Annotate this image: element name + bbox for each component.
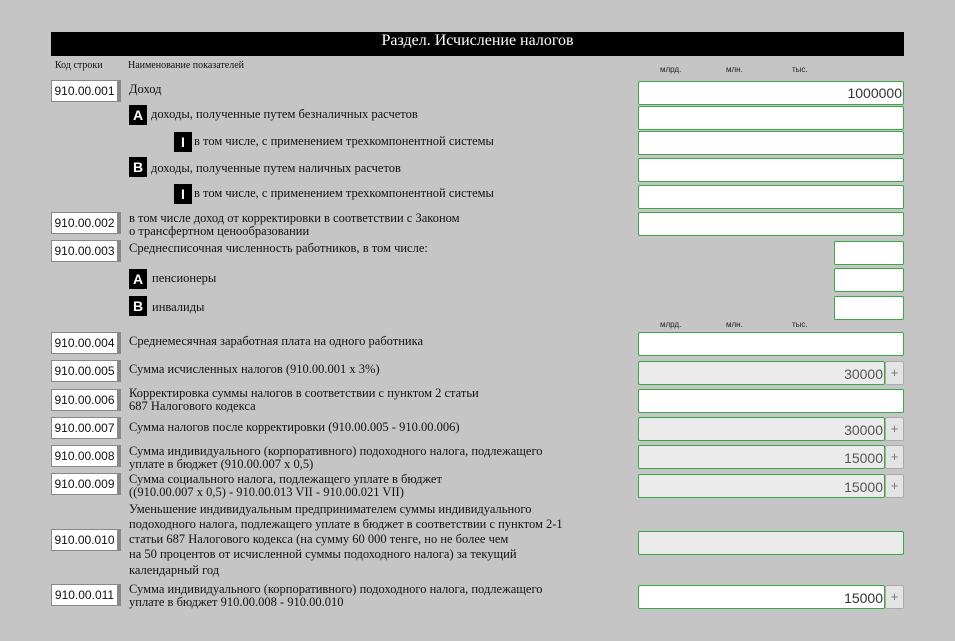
unit-bln: млрд. <box>660 320 682 329</box>
row-code: 910.00.002 <box>51 212 121 234</box>
row-label-line: статьи 687 Налогового кодекса (на сумму … <box>129 532 509 546</box>
amount-input[interactable] <box>638 389 904 413</box>
row-label: в том числе, с применением трехкомпонент… <box>194 134 494 148</box>
row-label-line: уплате в бюджет (910.00.007 x 0,5) <box>129 457 314 471</box>
row-code: 910.00.004 <box>51 332 121 354</box>
row-label-line: подоходного налога, подлежащего уплате в… <box>129 517 563 531</box>
amount-input-disabled <box>638 531 904 555</box>
row-badge: B <box>129 157 147 177</box>
row-label: доходы, полученные путем безналичных рас… <box>151 107 418 121</box>
row-label: Среднесписочная численность работников, … <box>129 241 428 255</box>
row-code: 910.00.011 <box>51 584 121 606</box>
amount-input[interactable]: 1000000 <box>638 81 904 105</box>
row-label-line: 687 Налогового кодекса <box>129 399 256 413</box>
row-badge: I <box>174 184 192 204</box>
row-label-line: ((910.00.007 x 0,5) - 910.00.013 VII - 9… <box>129 485 404 499</box>
amount-input[interactable] <box>638 212 904 236</box>
unit-ths: тыс. <box>792 65 808 74</box>
row-label: Доход <box>129 82 162 96</box>
calculated-amount: 30000 <box>638 361 885 385</box>
row-label-line: уплате в бюджет 910.00.008 - 910.00.010 <box>129 595 344 609</box>
amount-input[interactable] <box>638 131 904 155</box>
row-code: 910.00.005 <box>51 360 121 382</box>
amount-input[interactable] <box>638 158 904 182</box>
row-badge: I <box>174 132 192 152</box>
row-label-line: о трансфертном ценообразовании <box>129 224 310 238</box>
row-label-line: Уменьшение индивидуальным предпринимател… <box>129 502 532 516</box>
column-header-code: Код строки <box>55 60 103 71</box>
count-input[interactable] <box>834 241 904 265</box>
row-label: доходы, полученные путем наличных расчет… <box>151 161 401 175</box>
row-code: 910.00.010 <box>51 529 121 551</box>
amount-input[interactable] <box>638 185 904 209</box>
row-label-line: на 50 процентов от исчисленной суммы под… <box>129 547 517 561</box>
row-label: пенсионеры <box>152 271 217 285</box>
row-code: 910.00.003 <box>51 240 121 262</box>
calculated-amount: 15000 <box>638 474 885 498</box>
row-code: 910.00.007 <box>51 417 121 439</box>
row-badge: A <box>129 105 147 125</box>
add-button[interactable]: + <box>885 445 904 469</box>
calculated-amount: 15000 <box>638 585 885 609</box>
calculated-amount: 15000 <box>638 445 885 469</box>
row-code: 910.00.006 <box>51 389 121 411</box>
row-code: 910.00.009 <box>51 473 121 495</box>
row-label: в том числе, с применением трехкомпонент… <box>194 186 494 200</box>
row-label: Сумма налогов после корректировки (910.0… <box>129 420 460 434</box>
row-label: инвалиды <box>152 300 205 314</box>
row-label-line: календарный год <box>129 563 220 577</box>
row-label: Сумма исчисленных налогов (910.00.001 x … <box>129 362 380 376</box>
section-title: Раздел. Исчисление налогов <box>51 32 904 56</box>
count-input[interactable] <box>834 268 904 292</box>
row-code: 910.00.008 <box>51 445 121 467</box>
amount-input[interactable] <box>638 106 904 130</box>
row-label: Среднемесячная заработная плата на одног… <box>129 334 424 348</box>
unit-bln: млрд. <box>660 65 682 74</box>
add-button[interactable]: + <box>885 585 904 609</box>
add-button[interactable]: + <box>885 474 904 498</box>
calculated-amount: 30000 <box>638 417 885 441</box>
unit-mln: млн. <box>726 65 743 74</box>
amount-input[interactable] <box>638 332 904 356</box>
row-badge: B <box>129 296 147 316</box>
column-header-name: Наименование показателей <box>128 60 245 71</box>
add-button[interactable]: + <box>885 361 904 385</box>
add-button[interactable]: + <box>885 417 904 441</box>
count-input[interactable] <box>834 296 904 320</box>
unit-ths: тыс. <box>792 320 808 329</box>
unit-mln: млн. <box>726 320 743 329</box>
row-code: 910.00.001 <box>51 80 121 102</box>
row-badge: A <box>129 269 147 289</box>
